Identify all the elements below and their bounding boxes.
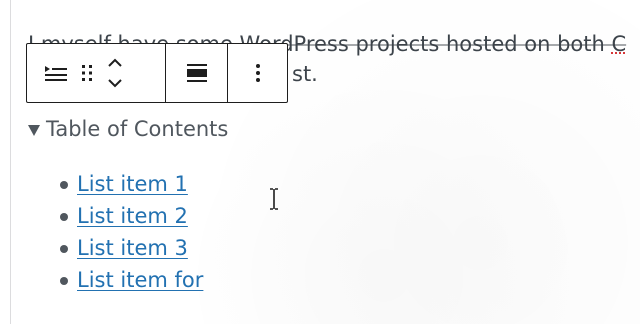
list-item: List item 2: [58, 200, 203, 232]
toc-list: List item 1 List item 2 List item 3 List…: [58, 168, 203, 296]
move-buttons: [107, 58, 123, 88]
list-indent-icon: [45, 65, 67, 81]
toolbar-group-align: [165, 44, 227, 102]
drag-handle-icon: [81, 64, 93, 82]
list-style-button[interactable]: [45, 65, 67, 81]
misspelled-word: C: [611, 32, 627, 56]
block-toolbar: [26, 43, 288, 103]
text-cursor-icon: [268, 187, 280, 211]
list-item: List item for: [58, 264, 203, 296]
chevron-up-icon[interactable]: [107, 58, 123, 68]
toc-link-2[interactable]: List item 2: [77, 204, 188, 228]
list-item: List item 3: [58, 232, 203, 264]
previous-block-fragment: [0, 0, 640, 6]
drag-handle-button[interactable]: [81, 64, 93, 82]
disclosure-triangle-icon: [28, 124, 40, 136]
toc-link-3[interactable]: List item 3: [77, 236, 188, 260]
toc-summary-label: Table of Contents: [46, 117, 229, 141]
list-item: List item 1: [58, 168, 203, 200]
align-button[interactable]: [186, 64, 207, 82]
chevron-down-icon[interactable]: [107, 78, 123, 88]
align-wide-icon: [186, 64, 207, 82]
toc-link-4[interactable]: List item for: [77, 268, 203, 292]
toc-details-summary[interactable]: Table of Contents: [28, 114, 228, 144]
toolbar-group-block: [27, 44, 165, 102]
editor-left-edge: [10, 0, 11, 324]
more-vertical-icon: [255, 63, 261, 83]
toc-link-1[interactable]: List item 1: [77, 172, 188, 196]
options-button[interactable]: [255, 63, 261, 83]
toolbar-group-options: [227, 44, 287, 102]
